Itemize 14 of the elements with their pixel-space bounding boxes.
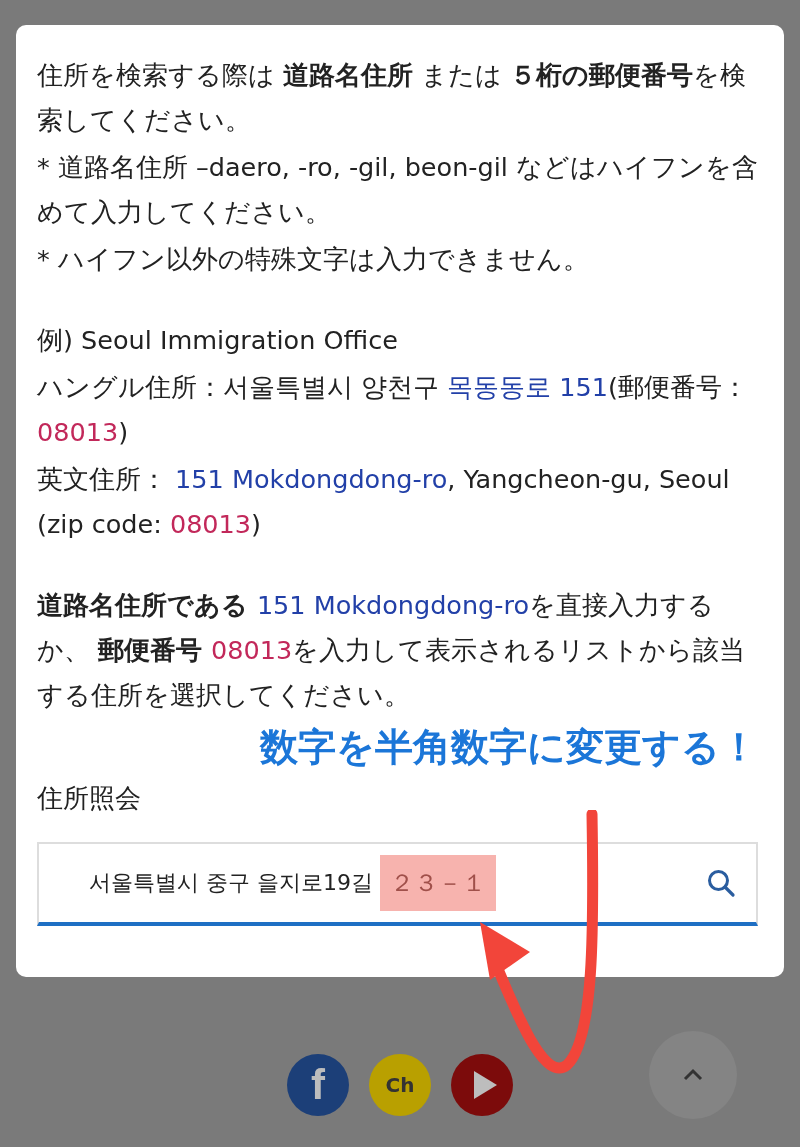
play-button[interactable]	[451, 1054, 513, 1116]
search-field[interactable]: 서울특별시 중구 을지로19길 ２３－１	[37, 842, 758, 926]
search-icon[interactable]	[706, 868, 736, 898]
facebook-button[interactable]: f	[287, 1054, 349, 1116]
instruction-text: 例) Seoul Immigration Office	[37, 324, 399, 357]
instruction-text: 住所を検索する際は 道路名住所 または ５桁の郵便番号を検索してください。	[37, 59, 748, 137]
search-label: 住所照会	[37, 782, 142, 815]
instruction-text: ハングル住所：서울특별시 양천구 목동동로 151(郵便番号： 08013)	[37, 371, 749, 449]
instruction-text: 英文住所： 151 Mokdongdong-ro, Yangcheon-gu, Seoul (zip code: 08013)	[37, 463, 731, 541]
instruction-text: 道路名住所である 151 Mokdongdong-roを直接入力するか、 郵便番号 08013を入力して表示されるリストから該当する住所を選択してください。	[37, 589, 747, 712]
instruction-text: * 道路名住所 –daero, -ro, -gil, beon-gil などはハイフンを含めて入力してください。	[37, 151, 758, 229]
chat-channel-button[interactable]: Ch	[369, 1054, 431, 1116]
instruction-text: * ハイフン以外の特殊文字は入力できません。	[37, 243, 590, 276]
annotation-text: 数字を半角数字に変更する！	[260, 724, 758, 771]
